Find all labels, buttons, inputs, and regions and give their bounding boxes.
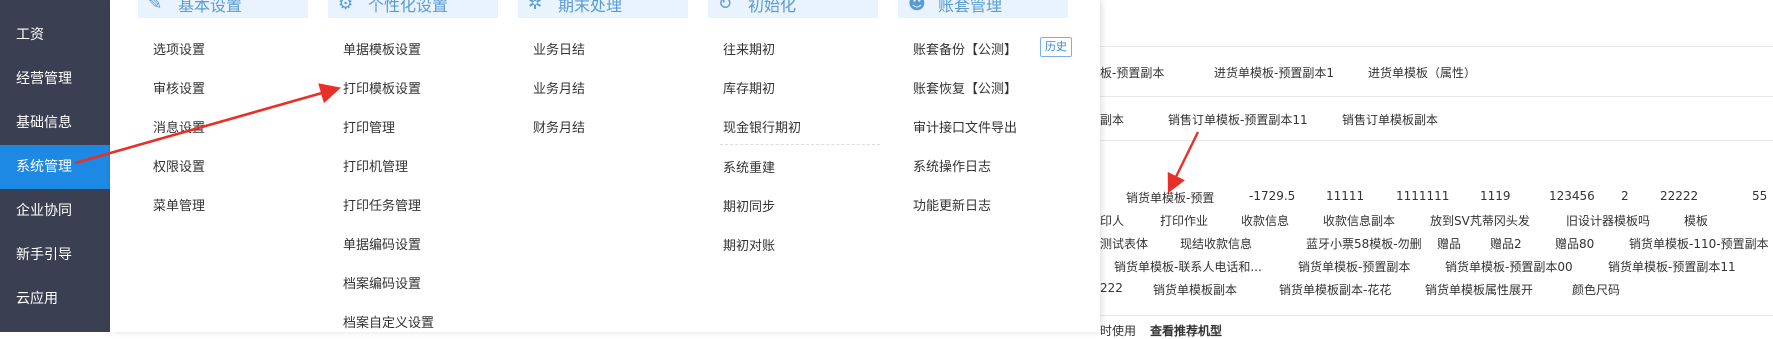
annotation-arrow (74, 83, 342, 165)
annotation-arrows (74, 83, 1200, 194)
annotation-arrow (1167, 131, 1200, 194)
